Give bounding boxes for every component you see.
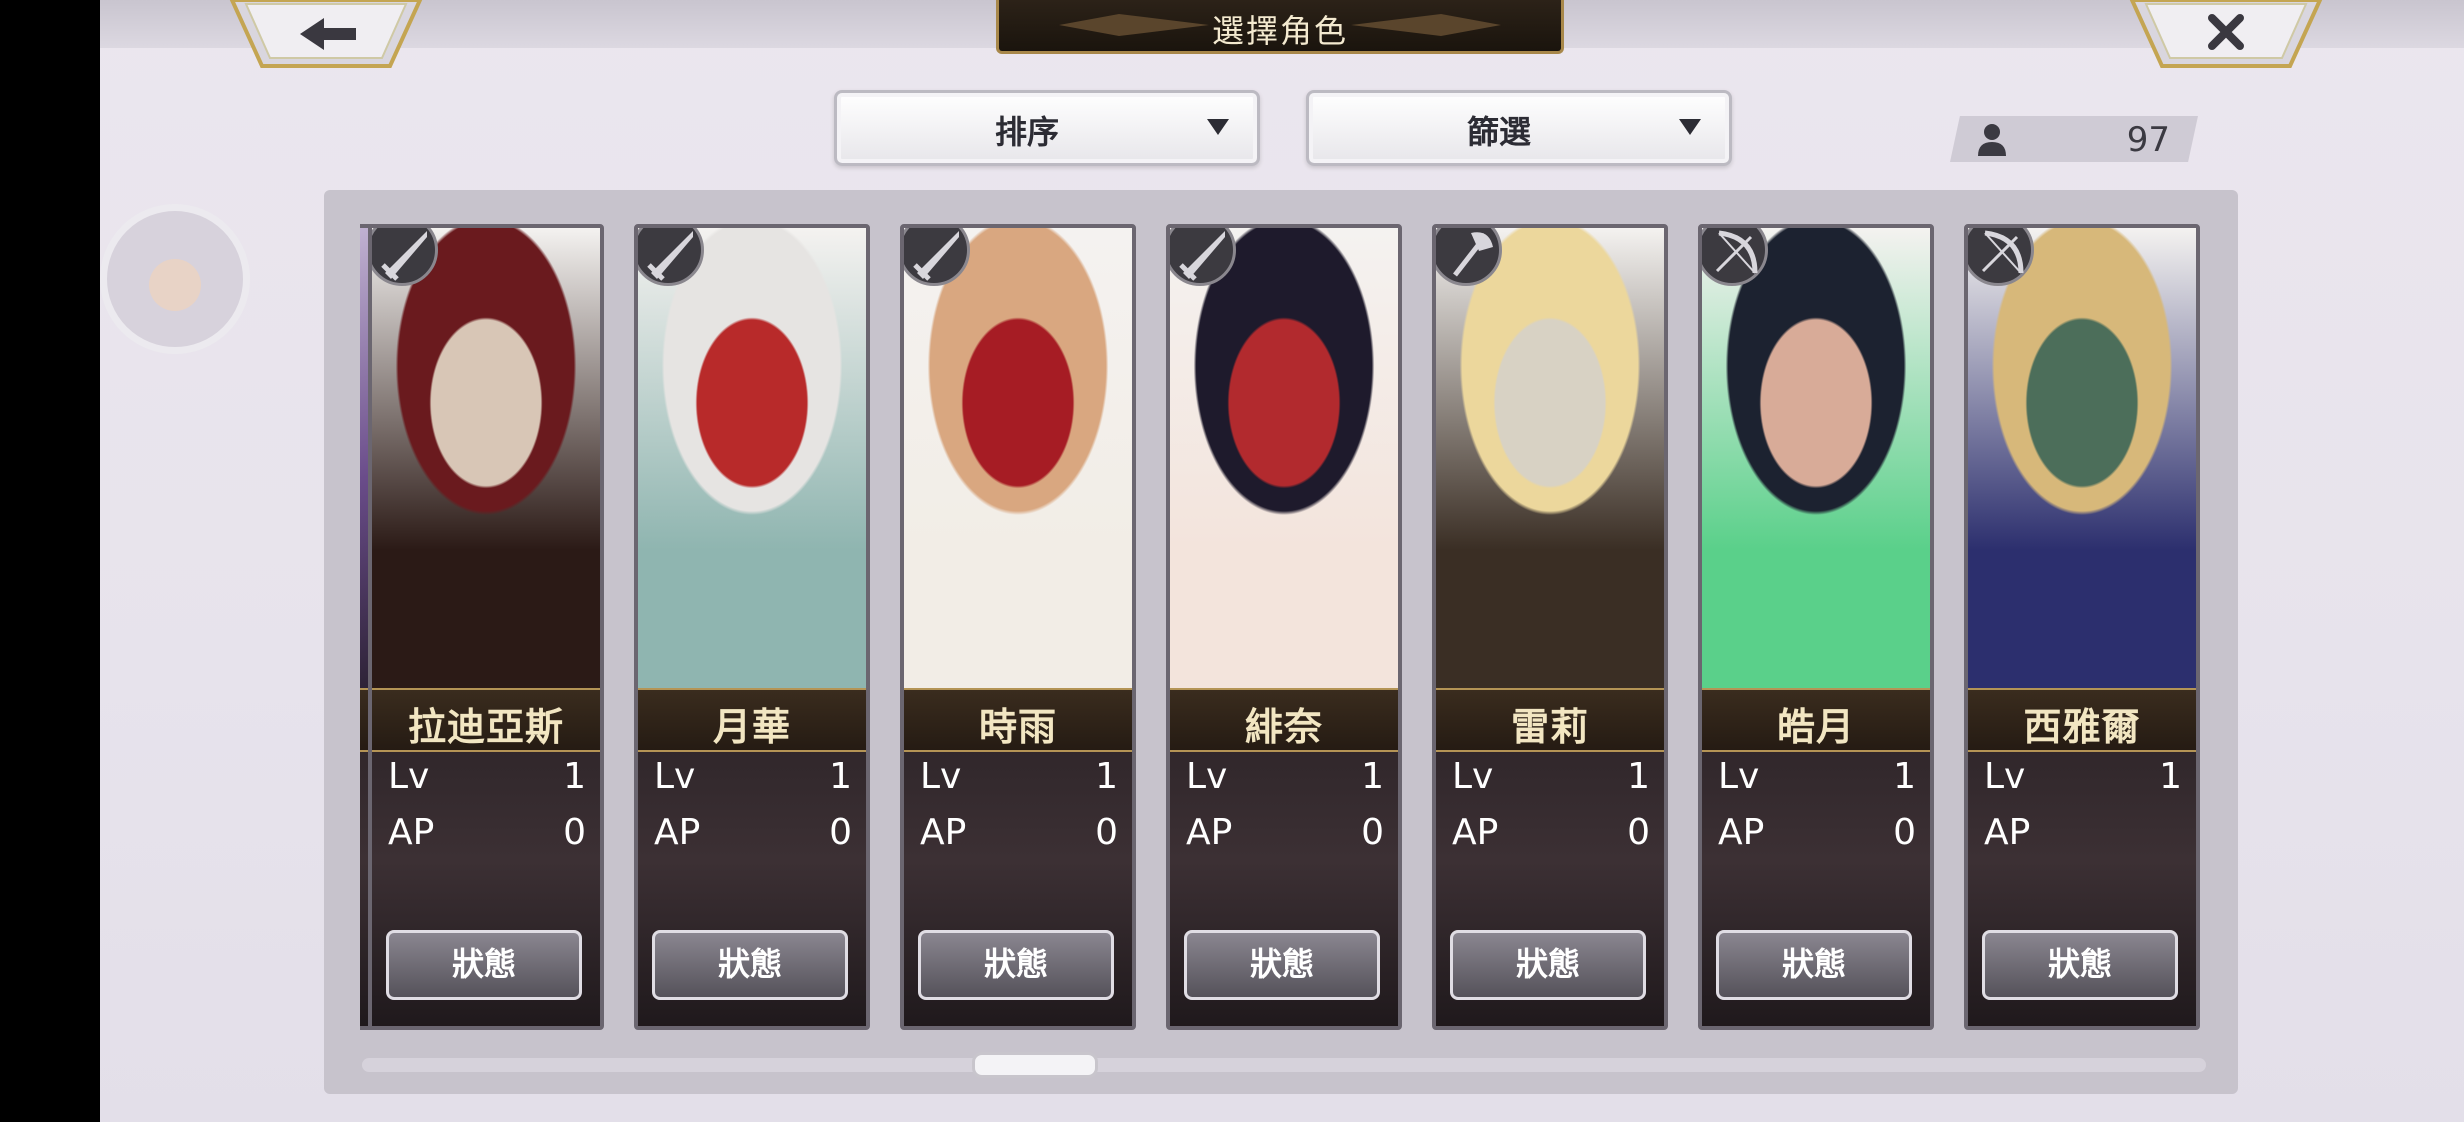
character-portrait — [1170, 228, 1398, 688]
axe-icon — [1436, 228, 1502, 286]
character-name: 雷莉 — [1510, 704, 1589, 749]
character-portrait — [638, 228, 866, 688]
status-button[interactable]: 狀態 — [918, 930, 1114, 1000]
character-strip[interactable]: 拉迪亞斯 Lv 1 AP 0 狀態 月華 Lv 1 AP 0 狀態 時雨 Lv 1 AP 0 狀態 緋奈 Lv 1 AP 0… — [360, 224, 2304, 1030]
ap-value: 0 — [1893, 812, 1916, 853]
character-portrait — [1436, 228, 1664, 688]
sort-dropdown[interactable]: 排序 — [834, 90, 1260, 166]
character-card[interactable]: 月華 Lv 1 AP 0 狀態 — [634, 224, 870, 1030]
character-portrait — [1702, 228, 1930, 688]
ap-value: 0 — [1627, 812, 1650, 853]
ap-label: AP — [1452, 812, 1499, 853]
ap-value: 0 — [563, 812, 586, 853]
level-label: Lv — [1718, 756, 1760, 797]
ap-value: 0 — [1095, 812, 1118, 853]
character-name: 拉迪亞斯 — [407, 704, 564, 749]
ap-label: AP — [1718, 812, 1765, 853]
page-title: 選擇角色 — [1211, 12, 1348, 50]
status-button[interactable]: 狀態 — [1184, 930, 1380, 1000]
arrow-left-icon — [229, 0, 423, 68]
character-name: 月華 — [712, 704, 791, 749]
character-portrait — [904, 228, 1132, 688]
level-label: Lv — [1984, 756, 2026, 797]
character-card[interactable]: 西雅爾 Lv 1 AP 狀態 — [1964, 224, 2200, 1030]
chevron-down-icon — [1679, 119, 1701, 135]
character-portrait — [1968, 228, 2196, 688]
sort-label: 排序 — [994, 113, 1059, 151]
side-menu-button[interactable] — [100, 204, 250, 354]
chevron-down-icon — [1207, 119, 1229, 135]
character-portrait — [372, 228, 600, 688]
character-card[interactable]: 雷莉 Lv 1 AP 0 狀態 — [1432, 224, 1668, 1030]
status-button[interactable]: 狀態 — [1450, 930, 1646, 1000]
filter-dropdown[interactable]: 篩選 — [1306, 90, 1732, 166]
level-value: 1 — [1095, 756, 1118, 797]
ap-value: 0 — [829, 812, 852, 853]
filter-label: 篩選 — [1466, 113, 1531, 151]
scrollbar-track[interactable] — [362, 1058, 2206, 1072]
character-name: 皓月 — [1776, 704, 1855, 749]
ap-label: AP — [654, 812, 701, 853]
character-card[interactable]: 時雨 Lv 1 AP 0 狀態 — [900, 224, 1136, 1030]
character-name: 緋奈 — [1244, 704, 1323, 749]
tomato-icon — [149, 259, 201, 311]
level-value: 1 — [829, 756, 852, 797]
status-button[interactable]: 狀態 — [1716, 930, 1912, 1000]
title-banner: 選擇角色 — [996, 0, 1564, 54]
game-screen: 選擇角色 排序 篩選 97 拉迪亞斯 Lv 1 AP 0 狀態 月華 Lv 1 AP 0 — [100, 0, 2464, 1122]
back-button[interactable] — [228, 0, 424, 70]
level-label: Lv — [1186, 756, 1228, 797]
character-count-badge: 97 — [1950, 116, 2198, 162]
bow-icon — [1968, 228, 2034, 286]
bow-icon — [1702, 228, 1768, 286]
status-button[interactable]: 狀態 — [386, 930, 582, 1000]
level-label: Lv — [1452, 756, 1494, 797]
level-value: 1 — [1893, 756, 1916, 797]
ap-label: AP — [388, 812, 435, 853]
ap-label: AP — [920, 812, 967, 853]
sword-icon — [904, 228, 970, 286]
scrollbar-thumb[interactable] — [972, 1052, 1098, 1078]
sword-icon — [638, 228, 704, 286]
status-button[interactable]: 狀態 — [1982, 930, 2178, 1000]
character-count: 97 — [2126, 120, 2170, 160]
sword-icon — [1170, 228, 1236, 286]
character-name: 西雅爾 — [2023, 704, 2141, 749]
ap-value: 0 — [1361, 812, 1384, 853]
level-value: 1 — [1361, 756, 1384, 797]
level-label: Lv — [388, 756, 430, 797]
person-icon — [1978, 124, 2006, 156]
character-card[interactable]: 皓月 Lv 1 AP 0 狀態 — [1698, 224, 1934, 1030]
sword-icon — [372, 228, 438, 286]
level-value: 1 — [1627, 756, 1650, 797]
level-value: 1 — [563, 756, 586, 797]
level-value: 1 — [2159, 756, 2182, 797]
level-label: Lv — [920, 756, 962, 797]
character-card[interactable]: 拉迪亞斯 Lv 1 AP 0 狀態 — [368, 224, 604, 1030]
character-name: 時雨 — [978, 704, 1057, 749]
level-label: Lv — [654, 756, 696, 797]
character-card[interactable]: 緋奈 Lv 1 AP 0 狀態 — [1166, 224, 1402, 1030]
close-button[interactable] — [2128, 0, 2324, 70]
ap-label: AP — [1984, 812, 2031, 853]
close-icon — [2129, 0, 2323, 68]
status-button[interactable]: 狀態 — [652, 930, 848, 1000]
ap-label: AP — [1186, 812, 1233, 853]
